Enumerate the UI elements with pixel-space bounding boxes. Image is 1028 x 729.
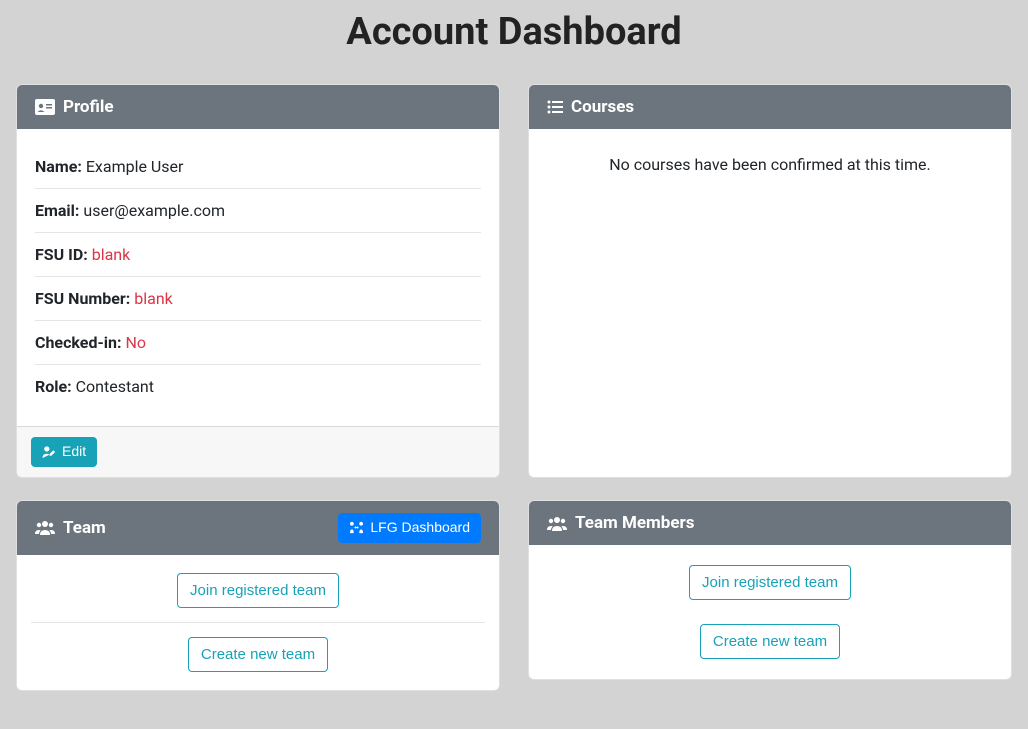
courses-card-header: Courses bbox=[529, 85, 1011, 129]
users-icon bbox=[35, 520, 55, 535]
team-header-text: Team bbox=[63, 518, 106, 538]
profile-checked-in-row: Checked-in: No bbox=[35, 321, 481, 365]
lfg-dashboard-button[interactable]: LFG Dashboard bbox=[338, 513, 481, 543]
profile-fsu-id-label: FSU ID: bbox=[35, 245, 88, 264]
profile-fsu-id-row: FSU ID: blank bbox=[35, 233, 481, 277]
profile-header-text: Profile bbox=[63, 97, 114, 117]
profile-fsu-number-value: blank bbox=[134, 289, 173, 308]
profile-fsu-id-value: blank bbox=[92, 245, 131, 264]
profile-card: Profile Name: Example User Email: user@e… bbox=[16, 84, 500, 478]
profile-card-footer: Edit bbox=[17, 426, 499, 477]
profile-role-label: Role: bbox=[35, 377, 72, 396]
user-edit-icon bbox=[42, 445, 56, 459]
page-title: Account Dashboard bbox=[16, 10, 1012, 54]
id-card-icon bbox=[35, 99, 55, 115]
profile-fsu-number-label: FSU Number: bbox=[35, 289, 130, 308]
team-card-body: Join registered team Create new team bbox=[17, 555, 499, 690]
members-create-team-button[interactable]: Create new team bbox=[700, 624, 840, 659]
profile-name-value: Example User bbox=[86, 157, 184, 176]
members-join-team-button[interactable]: Join registered team bbox=[689, 565, 851, 600]
team-members-card-header: Team Members bbox=[529, 501, 1011, 545]
profile-card-header: Profile bbox=[17, 85, 499, 129]
profile-role-row: Role: Contestant bbox=[35, 365, 481, 408]
join-team-button[interactable]: Join registered team bbox=[177, 573, 339, 608]
courses-card-body: No courses have been confirmed at this t… bbox=[529, 129, 1011, 477]
join-team-label: Join registered team bbox=[190, 580, 326, 601]
profile-name-label: Name: bbox=[35, 157, 82, 176]
courses-header-text: Courses bbox=[571, 97, 634, 117]
members-create-team-label: Create new team bbox=[713, 631, 827, 652]
team-members-header-text: Team Members bbox=[575, 513, 695, 533]
team-card-header: Team LFG Dashboard bbox=[17, 501, 499, 555]
profile-email-value: user@example.com bbox=[83, 201, 225, 220]
profile-name-row: Name: Example User bbox=[35, 145, 481, 189]
team-members-card-body: Join registered team Create new team bbox=[529, 545, 1011, 679]
profile-email-label: Email: bbox=[35, 201, 79, 220]
members-join-team-label: Join registered team bbox=[702, 572, 838, 593]
profile-role-value: Contestant bbox=[76, 377, 154, 396]
users-icon bbox=[547, 516, 567, 531]
courses-empty-message: No courses have been confirmed at this t… bbox=[547, 145, 993, 178]
profile-email-row: Email: user@example.com bbox=[35, 189, 481, 233]
list-icon bbox=[547, 100, 563, 114]
profile-card-body: Name: Example User Email: user@example.c… bbox=[17, 129, 499, 426]
team-members-card: Team Members Join registered team Create… bbox=[528, 500, 1012, 680]
profile-fsu-number-row: FSU Number: blank bbox=[35, 277, 481, 321]
edit-button[interactable]: Edit bbox=[31, 437, 97, 467]
create-team-label: Create new team bbox=[201, 644, 315, 665]
lfg-dashboard-label: LFG Dashboard bbox=[370, 518, 470, 538]
people-arrows-icon bbox=[349, 521, 364, 534]
profile-checked-in-label: Checked-in: bbox=[35, 333, 121, 352]
edit-button-label: Edit bbox=[62, 442, 86, 462]
courses-card: Courses No courses have been confirmed a… bbox=[528, 84, 1012, 478]
create-team-button[interactable]: Create new team bbox=[188, 637, 328, 672]
profile-checked-in-value: No bbox=[125, 333, 146, 352]
team-card: Team LFG Dashboard Join registered team bbox=[16, 500, 500, 691]
